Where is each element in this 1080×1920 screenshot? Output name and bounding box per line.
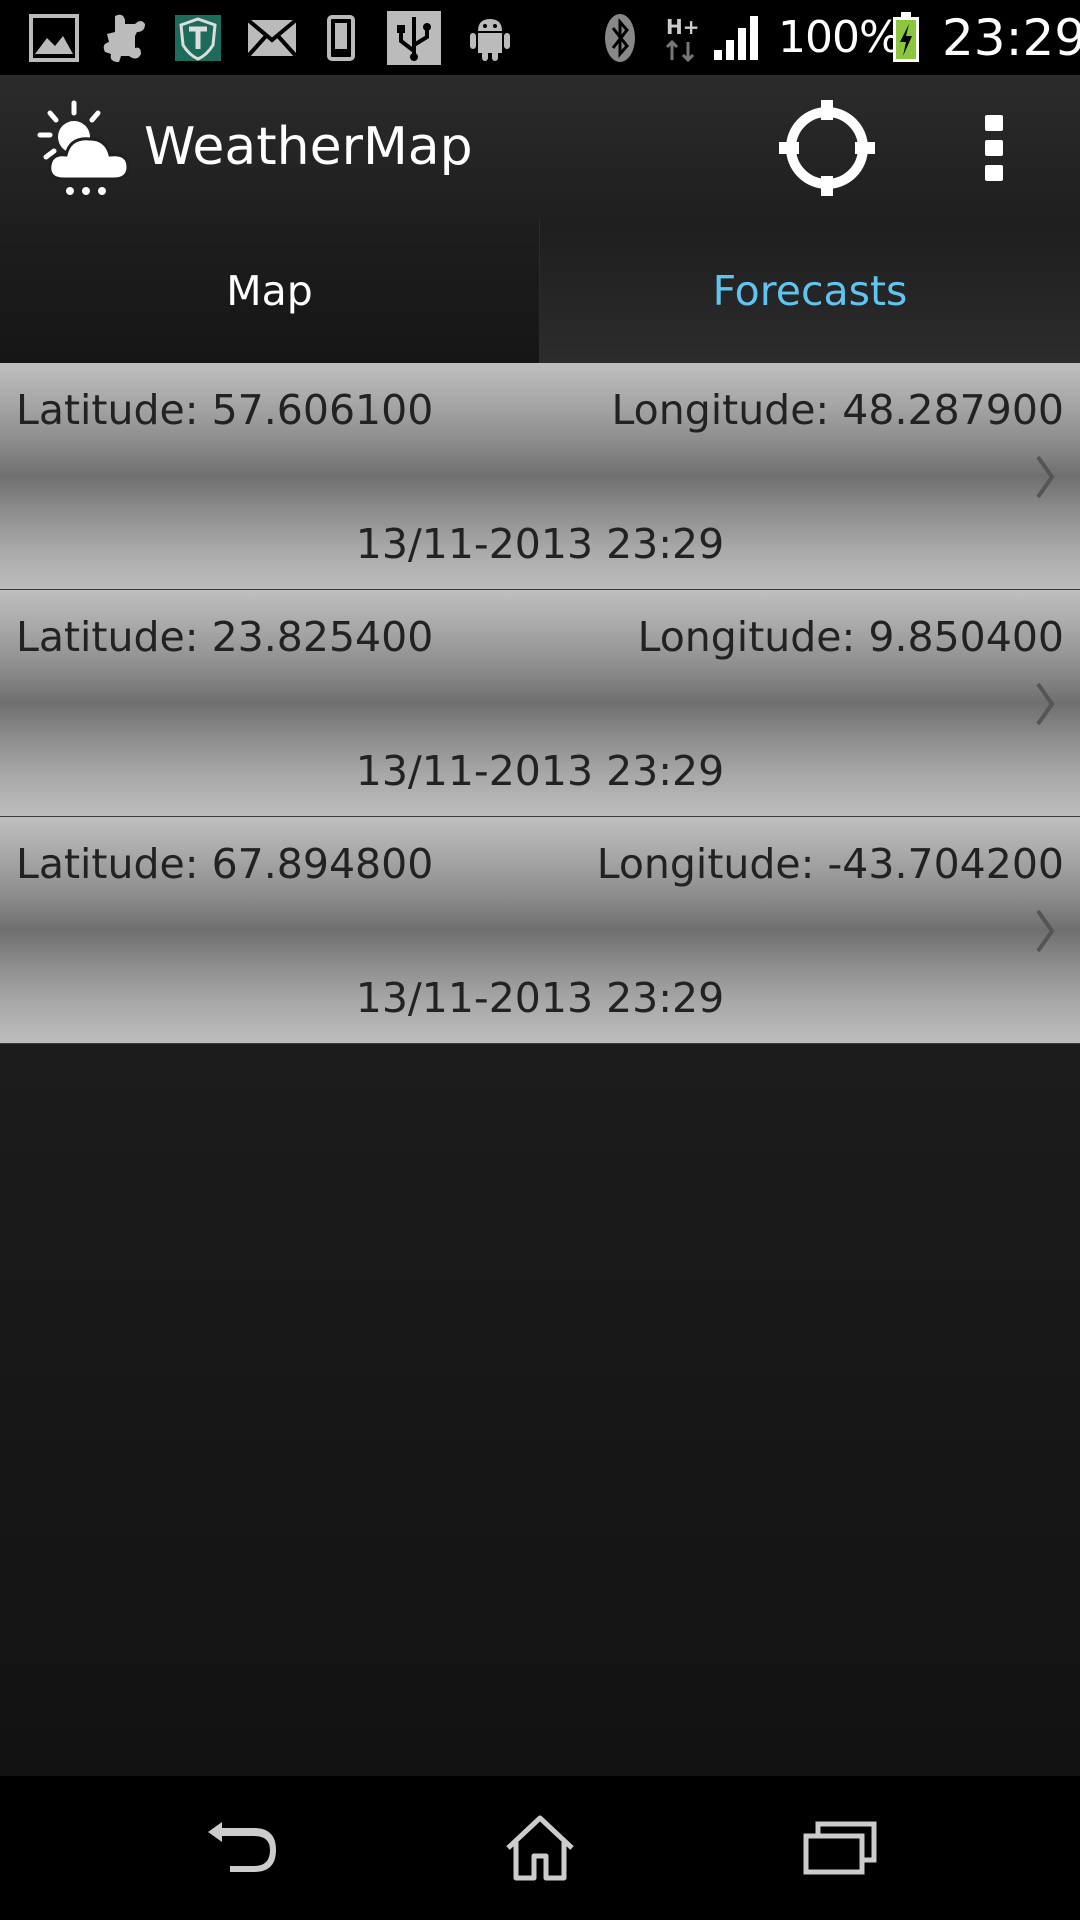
locate-button[interactable]	[772, 93, 882, 203]
app-title: WeatherMap	[144, 117, 473, 177]
home-button[interactable]	[480, 1798, 600, 1898]
overflow-menu-button[interactable]	[960, 93, 1030, 203]
mail-icon	[244, 12, 300, 64]
crosshair-locate-icon	[779, 100, 875, 196]
forecast-item[interactable]: Latitude: 57.606100 Longitude: 48.287900…	[0, 363, 1080, 590]
chevron-right-icon	[1036, 682, 1055, 726]
forecast-item[interactable]: Latitude: 23.825400 Longitude: 9.850400 …	[0, 590, 1080, 817]
tab-map-label: Map	[226, 267, 313, 315]
action-bar: WeatherMap	[0, 75, 1080, 219]
back-button[interactable]	[180, 1798, 300, 1898]
network-type-label: H+	[666, 15, 700, 39]
status-clock: 23:29	[942, 9, 1080, 67]
forecast-date: 13/11-2013 23:29	[355, 747, 725, 795]
forecast-list: Latitude: 57.606100 Longitude: 48.287900…	[0, 363, 1080, 1044]
tab-forecasts-label: Forecasts	[712, 267, 908, 315]
chevron-right-icon	[1036, 909, 1055, 953]
forecast-item[interactable]: Latitude: 67.894800 Longitude: -43.70420…	[0, 817, 1080, 1044]
recent-apps-icon	[803, 1821, 877, 1875]
weather-cloud-sun-icon[interactable]	[34, 99, 134, 199]
gallery-icon	[26, 12, 82, 64]
shield-t-icon	[170, 12, 226, 64]
forecast-longitude: Longitude: 48.287900	[611, 386, 1064, 434]
forecast-latitude: Latitude: 67.894800	[16, 840, 434, 888]
empty-content-area	[0, 1044, 1080, 1776]
network-data-icon: H+	[662, 12, 702, 64]
tab-map[interactable]: Map	[0, 219, 540, 363]
usb-icon	[386, 11, 442, 65]
android-icon	[462, 12, 518, 64]
puzzle-icon	[96, 12, 152, 64]
battery-percent: 100%	[778, 12, 901, 63]
back-icon	[208, 1822, 276, 1872]
forecast-longitude: Longitude: -43.704200	[596, 840, 1064, 888]
forecast-latitude: Latitude: 23.825400	[16, 613, 434, 661]
bluetooth-icon	[600, 12, 640, 64]
tab-forecasts[interactable]: Forecasts	[540, 219, 1080, 363]
tab-bar: Map Forecasts	[0, 219, 1080, 363]
status-bar: H+ 100% 23:29	[0, 0, 1080, 75]
forecast-longitude: Longitude: 9.850400	[637, 613, 1064, 661]
chevron-right-icon	[1036, 455, 1055, 499]
forecast-latitude: Latitude: 57.606100	[16, 386, 434, 434]
recent-apps-button[interactable]	[780, 1798, 900, 1898]
battery-charging-icon	[888, 12, 924, 64]
signal-icon	[712, 12, 762, 64]
navigation-bar	[0, 1776, 1080, 1920]
phone-icon	[316, 12, 366, 64]
overflow-menu-icon	[985, 115, 1003, 181]
home-icon	[506, 1815, 574, 1881]
forecast-date: 13/11-2013 23:29	[355, 520, 725, 568]
screen: H+ 100% 23:29 WeatherMap Map Forecasts L…	[0, 0, 1080, 1920]
forecast-date: 13/11-2013 23:29	[355, 974, 725, 1022]
